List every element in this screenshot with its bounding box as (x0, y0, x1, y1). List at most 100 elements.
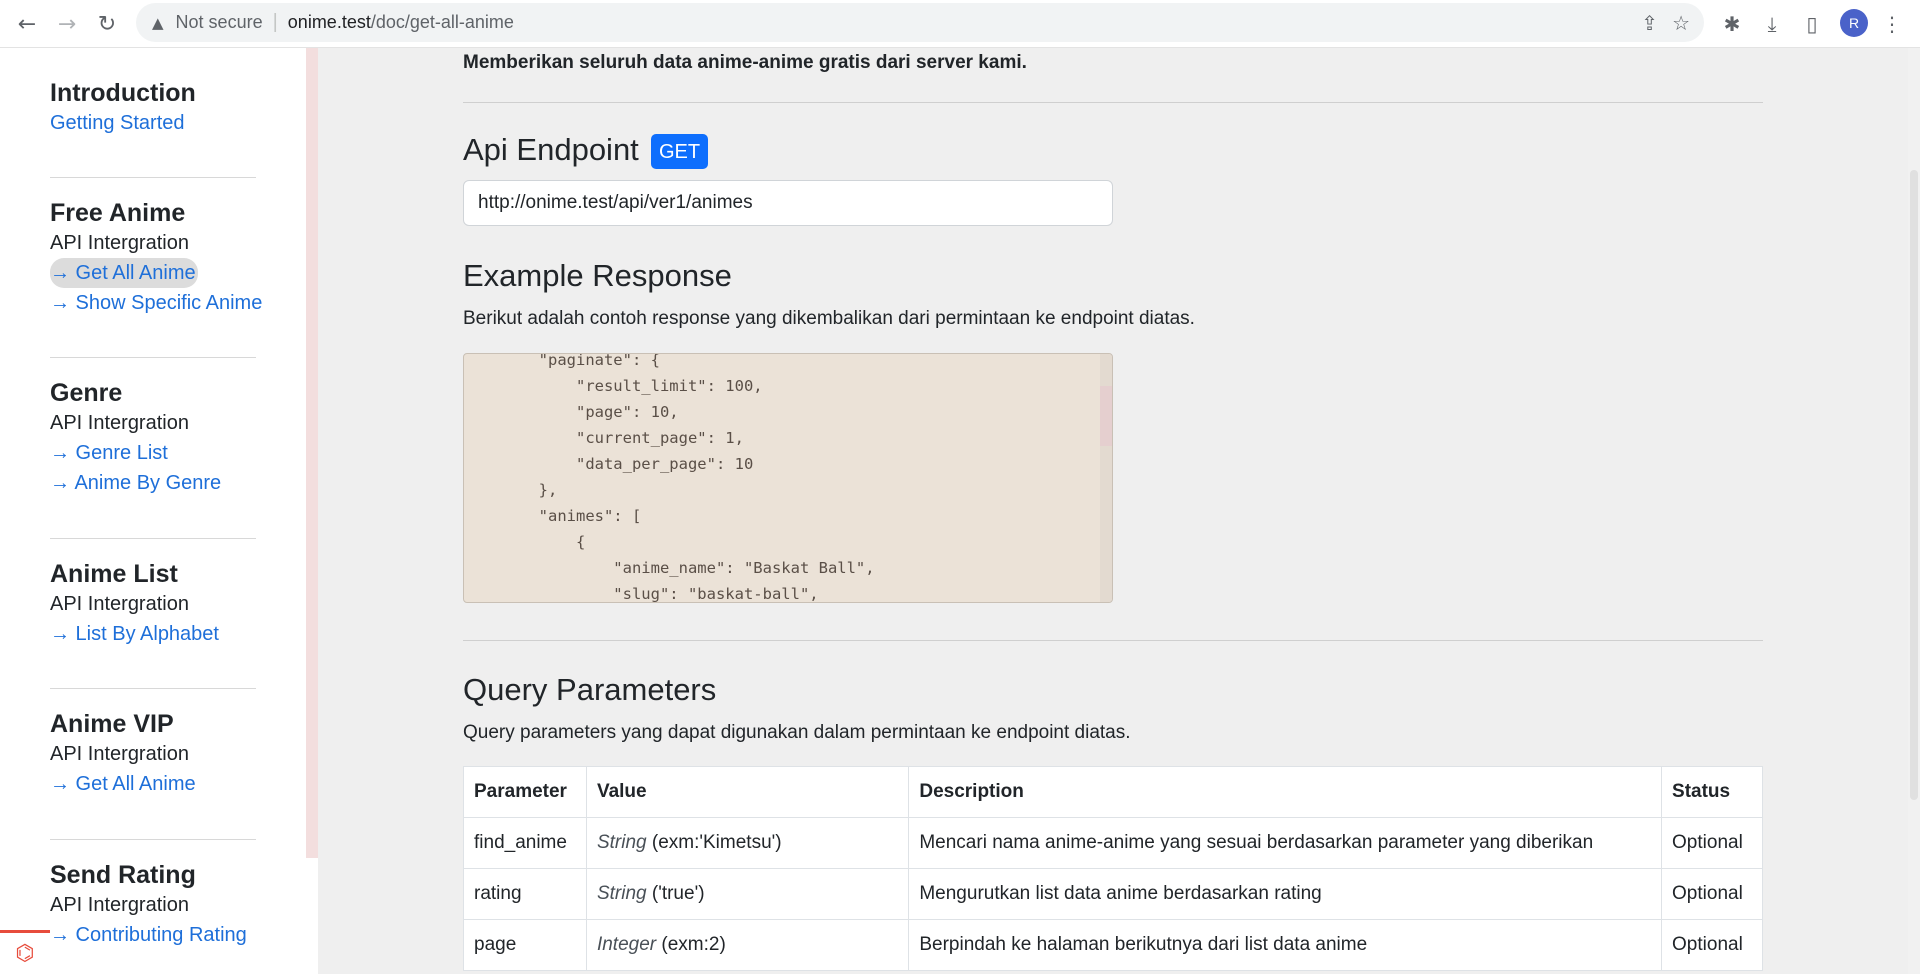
table-header-row: Parameter Value Description Status (463, 766, 1763, 818)
sidebar-link-getting-started[interactable]: Getting Started (50, 108, 256, 138)
param-type: String (596, 832, 647, 853)
sidebar-link-contributing-rating[interactable]: → Contributing Rating (50, 920, 256, 950)
sidebar-section-anime-list: Anime List API Intergration → List By Al… (50, 559, 256, 649)
sidebar-heading: Anime VIP (50, 710, 174, 738)
security-status[interactable]: Not secure (176, 12, 263, 33)
code-line: "page": 10, (464, 403, 679, 421)
param-name: rating (463, 868, 587, 920)
sidebar-link-list-by-alphabet[interactable]: → List By Alphabet (50, 619, 256, 649)
reload-icon[interactable]: ↻ (92, 9, 122, 39)
sidebar-section-free-anime: Free Anime API Intergration → Get All An… (50, 198, 262, 318)
page-scrollbar-thumb[interactable] (1910, 170, 1918, 800)
query-parameters-heading: Query Parameters (463, 672, 717, 707)
example-response-description: Berikut adalah contoh response yang dike… (463, 308, 1195, 329)
param-description: Berpindah ke halaman berikutnya dari lis… (908, 919, 1663, 971)
param-type: String (596, 883, 647, 904)
column-header-parameter: Parameter (463, 766, 587, 818)
url-host: onime.test (287, 12, 371, 32)
sidebar-subtitle: API Intergration (50, 743, 189, 765)
param-name: find_anime (463, 817, 587, 869)
param-example: (exm:'Kimetsu') (646, 832, 782, 853)
code-scrollbar-thumb[interactable] (1100, 386, 1112, 446)
table-row: page Integer (exm:2) Berpindah ke halama… (463, 919, 1763, 971)
sidebar-section-send-rating: Send Rating API Intergration → Contribut… (50, 860, 256, 950)
param-type: Integer (596, 934, 657, 955)
column-header-status: Status (1661, 766, 1763, 818)
param-example: (exm:2) (656, 934, 726, 955)
code-line: "anime_name": "Baskat Ball", (464, 559, 875, 577)
address-bar[interactable]: ▲ Not secure | onime.test/doc/get-all-an… (136, 3, 1704, 42)
code-line: "animes": [ (464, 507, 642, 525)
sidebar-divider (50, 177, 256, 178)
sidebar-divider (50, 839, 256, 840)
omnibox-separator: | (272, 11, 278, 33)
sidebar-section-genre: Genre API Intergration → Genre List → An… (50, 378, 256, 498)
back-arrow-icon[interactable]: ← (12, 9, 42, 39)
laravel-debug-icon[interactable]: ⌬ (0, 930, 50, 974)
code-line: }, (464, 481, 558, 499)
share-icon[interactable]: ⇪ (1641, 11, 1658, 35)
param-value: String ('true') (585, 868, 910, 920)
sidebar-heading: Introduction (50, 79, 196, 107)
sidebar-link-anime-by-genre[interactable]: → Anime By Genre (50, 468, 256, 498)
code-line: "current_page": 1, (464, 429, 744, 447)
code-line: "slug": "baskat-ball", (464, 585, 819, 603)
table-row: find_anime String (exm:'Kimetsu') Mencar… (463, 817, 1763, 869)
method-badge: GET (651, 134, 709, 169)
sidebar-divider (50, 538, 256, 539)
code-line: "result_limit": 100, (464, 377, 763, 395)
sidebar-section-introduction: Introduction Getting Started (50, 78, 256, 138)
sidebar-link-vip-get-all-anime[interactable]: → Get All Anime (50, 769, 256, 799)
example-response-heading: Example Response (463, 258, 732, 293)
sidebar-link-show-specific-anime[interactable]: → Show Specific Anime (50, 288, 262, 318)
param-status: Optional (1661, 868, 1763, 920)
column-header-description: Description (908, 766, 1663, 818)
param-value: String (exm:'Kimetsu') (585, 817, 910, 869)
sidebar-subtitle: API Intergration (50, 232, 189, 254)
url-text[interactable]: onime.test/doc/get-all-anime (288, 12, 514, 33)
query-parameters-description: Query parameters yang dapat digunakan da… (463, 722, 1131, 743)
code-block[interactable]: "paginate": { "result_limit": 100, "page… (463, 353, 1113, 603)
sidebar-heading: Genre (50, 379, 123, 407)
side-panel-icon[interactable]: ▯ (1797, 9, 1827, 39)
main-content: Memberikan seluruh data anime-anime grat… (318, 48, 1908, 974)
code-line: { (464, 533, 586, 551)
sidebar-link-genre-list[interactable]: → Genre List (50, 438, 256, 468)
param-description: Mengurutkan list data anime berdasarkan … (908, 868, 1663, 920)
endpoint-url-field[interactable]: http://onime.test/api/ver1/animes (463, 180, 1113, 226)
sidebar-subtitle: API Intergration (50, 894, 189, 916)
url-path: /doc/get-all-anime (370, 12, 514, 32)
download-icon[interactable]: ⤓ (1757, 9, 1787, 39)
param-status: Optional (1661, 817, 1763, 869)
page-lead: Memberikan seluruh data anime-anime grat… (463, 52, 1027, 73)
sidebar-subtitle: API Intergration (50, 593, 189, 615)
sidebar-heading: Free Anime (50, 199, 186, 227)
endpoint-heading: Api Endpoint (463, 132, 639, 167)
sidebar-heading: Anime List (50, 560, 178, 588)
column-header-value: Value (585, 766, 910, 818)
param-status: Optional (1661, 919, 1763, 971)
star-icon[interactable]: ☆ (1672, 11, 1690, 35)
divider (463, 640, 1763, 641)
code-line: "data_per_page": 10 (464, 455, 754, 473)
table-row: rating String ('true') Mengurutkan list … (463, 868, 1763, 920)
param-value: Integer (exm:2) (585, 919, 910, 971)
sidebar-section-anime-vip: Anime VIP API Intergration → Get All Ani… (50, 709, 256, 799)
puzzle-icon[interactable]: ✱ (1717, 9, 1747, 39)
forward-arrow-icon[interactable]: → (52, 9, 82, 39)
sidebar-edge (306, 48, 318, 858)
sidebar-link-get-all-anime[interactable]: → Get All Anime (50, 258, 198, 288)
query-parameters-table: Parameter Value Description Status find_… (463, 766, 1763, 971)
sidebar-divider (50, 688, 256, 689)
warning-icon[interactable]: ▲ (152, 14, 164, 32)
code-content: "paginate": { "result_limit": 100, "page… (464, 353, 1112, 603)
avatar[interactable]: R (1840, 9, 1868, 37)
sidebar-divider (50, 357, 256, 358)
code-line: "paginate": { (464, 353, 660, 369)
sidebar-subtitle: API Intergration (50, 412, 189, 434)
param-description: Mencari nama anime-anime yang sesuai ber… (908, 817, 1663, 869)
sidebar (0, 48, 306, 974)
param-example: ('true') (646, 883, 705, 904)
param-name: page (463, 919, 587, 971)
more-vert-icon[interactable]: ⋮ (1877, 9, 1907, 39)
